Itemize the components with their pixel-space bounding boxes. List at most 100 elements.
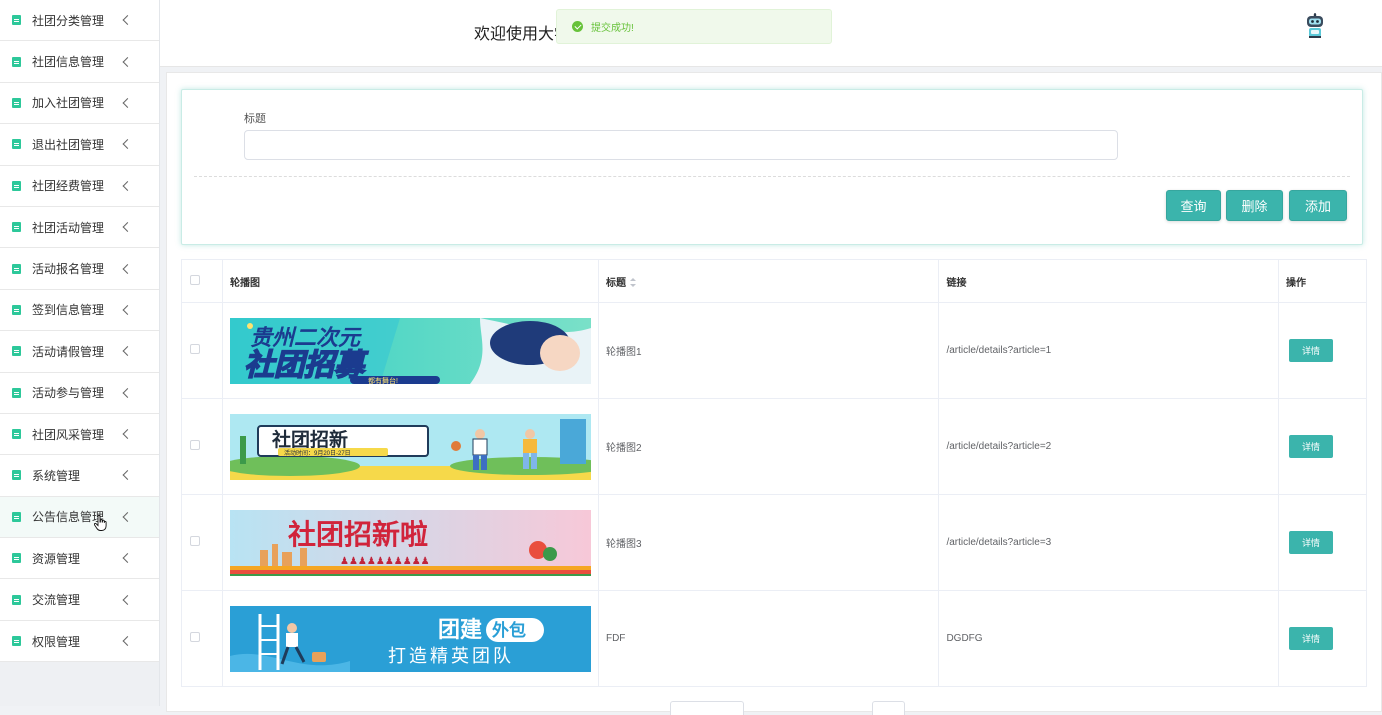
page-jump-input[interactable] xyxy=(872,701,905,715)
operation-cell: 详情 xyxy=(1278,494,1367,591)
document-icon xyxy=(12,429,21,440)
chevron-left-icon xyxy=(122,180,133,191)
main-content: 标题 查询 删除 添加 轮播图 标题 链接 操作 贵州二次元 社团招募 都有舞台… xyxy=(166,72,1382,715)
delete-button[interactable]: 删除 xyxy=(1226,190,1283,221)
banner-3-line1: 社团招新啦 xyxy=(288,518,428,551)
banner-image-2: 社团招新 活动时间：9月20日-27日 xyxy=(229,413,591,480)
banner-4-line2: 外包 xyxy=(492,620,526,640)
chevron-left-icon xyxy=(122,594,133,605)
sidebar-item-club-activity[interactable]: 社团活动管理 xyxy=(0,206,159,249)
sidebar-item-label: 活动报名管理 xyxy=(32,262,105,277)
table-row: 团建 外包 打造精英团队 FDF DGDFG 详情 xyxy=(181,590,1367,687)
sort-icon[interactable] xyxy=(629,278,636,288)
sidebar-item-club-info[interactable]: 社团信息管理 xyxy=(0,41,159,83)
banner-4-line3: 打造精英团队 xyxy=(388,646,514,666)
sidebar-item-label: 退出社团管理 xyxy=(32,137,105,152)
success-check-icon xyxy=(572,21,583,32)
select-all-checkbox[interactable] xyxy=(190,274,200,285)
sidebar-item-label: 资源管理 xyxy=(32,551,81,566)
sidebar-item-label: 签到信息管理 xyxy=(32,303,105,318)
document-icon xyxy=(12,139,21,150)
sidebar-item-label: 社团信息管理 xyxy=(32,55,105,70)
sidebar-item-announcement[interactable]: 公告信息管理 xyxy=(0,496,159,539)
table-row: 社团招新 活动时间：9月20日-27日 轮播图2 /article/detail… xyxy=(181,398,1367,495)
sidebar-item-activity-signup[interactable]: 活动报名管理 xyxy=(0,248,159,290)
chevron-left-icon xyxy=(122,15,133,26)
chevron-left-icon xyxy=(122,98,133,108)
page-size-select[interactable] xyxy=(670,701,744,715)
document-icon xyxy=(12,56,21,67)
column-header-title-label: 标题 xyxy=(605,277,626,289)
column-header-image: 轮播图 xyxy=(221,259,599,303)
detail-button[interactable]: 详情 xyxy=(1289,435,1334,458)
search-form: 标题 查询 删除 添加 xyxy=(181,89,1363,245)
title-cell: 轮播图1 xyxy=(597,302,940,399)
sidebar-item-label: 系统管理 xyxy=(32,468,81,483)
sidebar-item-join-club[interactable]: 加入社团管理 xyxy=(0,82,159,125)
document-icon xyxy=(12,346,21,357)
hand-cursor-icon xyxy=(94,514,107,531)
banner-cell: 贵州二次元 社团招募 都有舞台! xyxy=(221,302,599,399)
row-checkbox[interactable] xyxy=(190,536,200,546)
sidebar-item-label: 社团活动管理 xyxy=(32,220,105,235)
chevron-left-icon xyxy=(122,304,133,315)
document-icon xyxy=(12,263,21,274)
detail-button[interactable]: 详情 xyxy=(1289,531,1334,554)
chevron-left-icon xyxy=(122,346,133,357)
sidebar-item-activity-leave[interactable]: 活动请假管理 xyxy=(0,331,159,373)
document-icon xyxy=(12,222,21,233)
sidebar-item-club-category[interactable]: 社团分类管理 xyxy=(0,0,159,42)
banner-image-3: 社团招新啦 ♟♟♟♟♟♟♟♟♟♟ xyxy=(229,509,591,576)
document-icon xyxy=(12,180,21,191)
chevron-left-icon xyxy=(122,511,133,522)
chevron-left-icon xyxy=(122,429,133,440)
column-header-title[interactable]: 标题 xyxy=(597,259,940,303)
chevron-left-icon xyxy=(122,553,133,564)
detail-button[interactable]: 详情 xyxy=(1289,627,1334,650)
table-row: 社团招新啦 ♟♟♟♟♟♟♟♟♟♟ 轮播图3 /article/details?a… xyxy=(181,494,1367,591)
sidebar-item-label: 活动请假管理 xyxy=(32,344,105,359)
add-button[interactable]: 添加 xyxy=(1289,190,1347,221)
sidebar-item-quit-club[interactable]: 退出社团管理 xyxy=(0,124,159,166)
chevron-left-icon xyxy=(122,470,133,481)
row-select-cell xyxy=(181,494,223,591)
divider xyxy=(194,176,1350,177)
row-checkbox[interactable] xyxy=(190,632,200,642)
chevron-left-icon xyxy=(122,56,133,67)
banner-image-4: 团建 外包 打造精英团队 xyxy=(229,605,591,672)
row-select-cell xyxy=(181,590,223,687)
sidebar-item-exchange[interactable]: 交流管理 xyxy=(0,579,159,621)
link-cell: DGDFG xyxy=(938,590,1280,687)
detail-button[interactable]: 详情 xyxy=(1289,339,1334,362)
banner-2-line1: 社团招新 xyxy=(271,428,348,451)
toast-message: 提交成功! xyxy=(591,23,634,34)
banner-cell: 社团招新啦 ♟♟♟♟♟♟♟♟♟♟ xyxy=(221,494,599,591)
document-icon xyxy=(12,387,21,398)
column-header-link: 链接 xyxy=(938,259,1280,303)
sidebar-item-club-funds[interactable]: 社团经费管理 xyxy=(0,165,159,207)
sidebar: 社团分类管理 社团信息管理 加入社团管理 退出社团管理 社团经费管理 社团活动管… xyxy=(0,0,160,706)
banner-1-line3: 都有舞台! xyxy=(368,376,398,384)
robot-icon[interactable] xyxy=(1305,13,1325,39)
sidebar-item-activity-participation[interactable]: 活动参与管理 xyxy=(0,372,159,414)
runners-icon: ♟♟♟♟♟♟♟♟♟♟ xyxy=(340,556,430,567)
query-button[interactable]: 查询 xyxy=(1166,190,1221,221)
welcome-title: 欢迎使用大学 xyxy=(474,26,558,43)
sidebar-item-permissions[interactable]: 权限管理 xyxy=(0,620,159,663)
row-checkbox[interactable] xyxy=(190,440,200,450)
title-search-input[interactable] xyxy=(244,130,1118,160)
document-icon xyxy=(12,97,21,108)
sidebar-item-resources[interactable]: 资源管理 xyxy=(0,538,159,580)
sidebar-item-label: 社团分类管理 xyxy=(32,13,105,28)
banner-cell: 社团招新 活动时间：9月20日-27日 xyxy=(221,398,599,495)
sidebar-item-system[interactable]: 系统管理 xyxy=(0,455,159,497)
document-icon xyxy=(12,15,21,26)
banner-1-line1: 贵州二次元 xyxy=(250,325,362,350)
banner-2-line2: 活动时间：9月20日-27日 xyxy=(284,449,351,457)
sidebar-item-club-showcase[interactable]: 社团风采管理 xyxy=(0,413,159,456)
sidebar-item-label: 加入社团管理 xyxy=(32,96,105,111)
document-icon xyxy=(12,470,21,481)
sidebar-item-checkin[interactable]: 签到信息管理 xyxy=(0,289,159,332)
row-checkbox[interactable] xyxy=(190,344,200,354)
title-field-label: 标题 xyxy=(244,113,266,125)
